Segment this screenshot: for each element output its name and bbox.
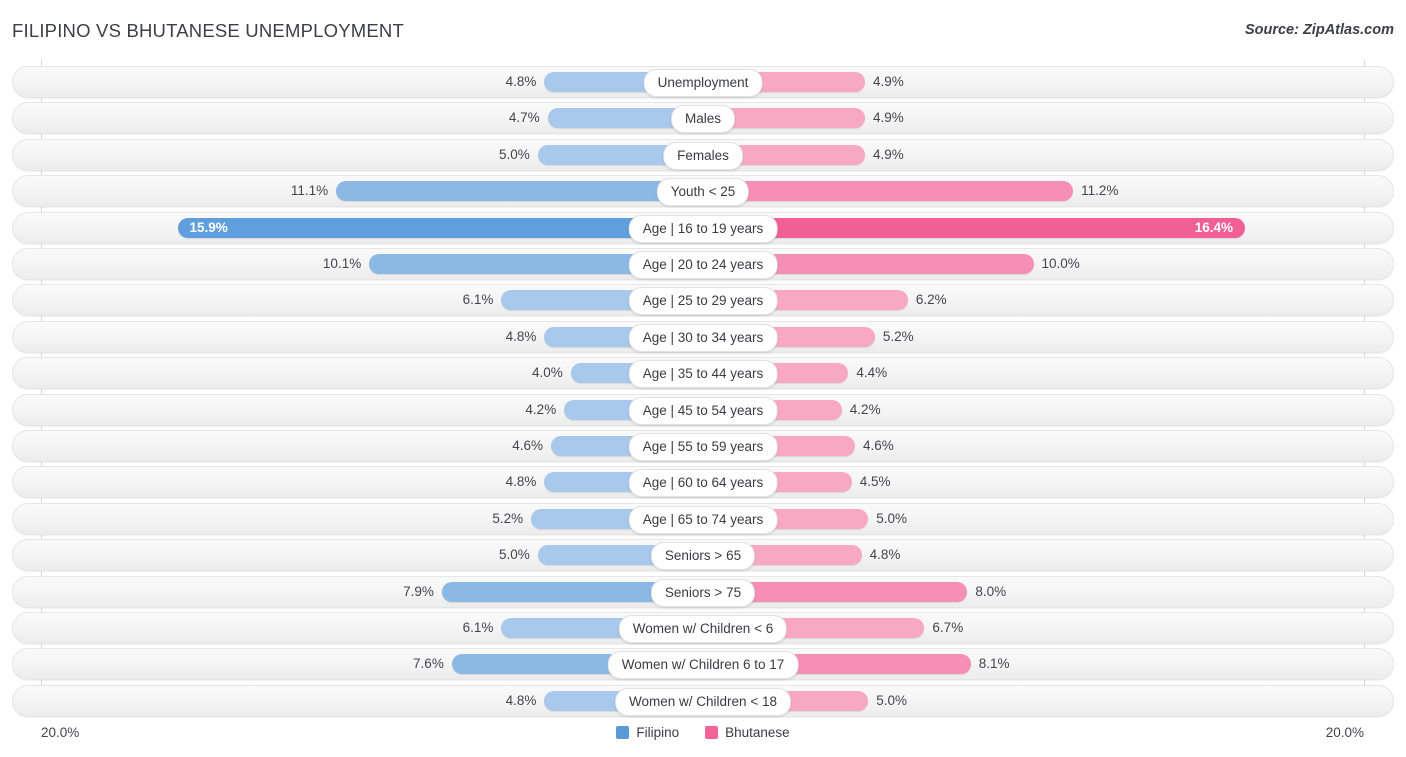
- value-label-bhutanese: 5.2%: [882, 328, 914, 344]
- value-label-bhutanese: 6.2%: [915, 292, 947, 308]
- value-label-bhutanese: 4.6%: [863, 438, 894, 453]
- value-label-filipino: 7.9%: [403, 583, 434, 599]
- value-label-bhutanese: 6.7%: [932, 620, 964, 635]
- bar-filipino[interactable]: [177, 217, 703, 238]
- chart-row[interactable]: 4.8% 5.0% Women w/ Children < 18: [12, 684, 1394, 717]
- value-label-bhutanese: 4.4%: [856, 365, 888, 381]
- bar-bhutanese[interactable]: [703, 217, 1246, 238]
- value-label-bhutanese: 11.2%: [1081, 183, 1119, 199]
- bar-bhutanese[interactable]: [703, 181, 1074, 202]
- category-label[interactable]: Age | 55 to 59 years: [628, 433, 778, 461]
- chart-row[interactable]: 5.0% 4.8% Seniors > 65: [12, 539, 1394, 572]
- legend-swatch-icon: [616, 726, 630, 739]
- value-label-filipino: 4.0%: [532, 365, 563, 381]
- value-label-filipino: 10.1%: [322, 256, 362, 271]
- value-label-filipino: 6.1%: [462, 620, 494, 635]
- value-label-filipino: 4.8%: [505, 328, 537, 344]
- source-attribution: Source: ZipAtlas.com: [1244, 22, 1394, 38]
- category-label[interactable]: Age | 45 to 54 years: [628, 396, 778, 425]
- chart-row[interactable]: 4.8% 4.5% Age | 60 to 64 years: [12, 466, 1394, 499]
- category-label[interactable]: Seniors > 65: [650, 542, 756, 571]
- chart-legend: Filipino Bhutanese: [12, 725, 1394, 740]
- chart-row[interactable]: 10.1% 10.0% Age | 20 to 24 years: [12, 248, 1394, 280]
- category-label[interactable]: Age | 20 to 24 years: [628, 251, 778, 279]
- chart-row[interactable]: 6.1% 6.7% Women w/ Children < 6: [12, 612, 1394, 644]
- category-label[interactable]: Age | 25 to 29 years: [628, 287, 778, 316]
- value-label-filipino: 5.0%: [498, 547, 530, 563]
- value-label-bhutanese: 4.9%: [872, 74, 904, 89]
- category-label[interactable]: Women w/ Children < 6: [618, 615, 788, 643]
- value-label-bhutanese: 8.1%: [978, 656, 1010, 672]
- chart-row[interactable]: 5.2% 5.0% Age | 65 to 74 years: [12, 502, 1394, 535]
- legend-label: Filipino: [636, 725, 680, 740]
- chart-row[interactable]: 4.8% 4.9% Unemployment: [12, 66, 1394, 98]
- value-label-bhutanese: 4.9%: [872, 146, 904, 162]
- chart-row[interactable]: 5.0% 4.9% Females: [12, 138, 1394, 171]
- value-label-bhutanese: 10.0%: [1041, 256, 1080, 271]
- category-label[interactable]: Age | 16 to 19 years: [628, 214, 778, 243]
- category-label[interactable]: Seniors > 75: [650, 578, 756, 607]
- value-label-bhutanese: 4.9%: [872, 110, 904, 126]
- value-label-bhutanese: 4.2%: [849, 401, 881, 417]
- value-label-filipino: 4.2%: [525, 401, 557, 417]
- value-label-filipino: 4.8%: [505, 474, 537, 490]
- category-label[interactable]: Age | 30 to 34 years: [628, 323, 778, 352]
- chart-row[interactable]: 4.7% 4.9% Males: [12, 102, 1394, 135]
- value-label-filipino: 5.0%: [498, 146, 530, 162]
- category-label[interactable]: Women w/ Children 6 to 17: [607, 651, 799, 680]
- category-label[interactable]: Males: [670, 105, 736, 134]
- legend-item[interactable]: Bhutanese: [705, 725, 790, 740]
- value-label-filipino: 4.7%: [508, 110, 540, 126]
- value-label-filipino: 11.1%: [290, 183, 329, 199]
- legend-label: Bhutanese: [725, 725, 790, 740]
- category-label[interactable]: Unemployment: [643, 69, 763, 97]
- page-title: FILIPINO VS BHUTANESE UNEMPLOYMENT: [12, 20, 404, 41]
- value-label-bhutanese: 5.0%: [876, 692, 908, 708]
- value-label-bhutanese: 16.4%: [1194, 219, 1234, 235]
- category-label[interactable]: Age | 35 to 44 years: [628, 360, 778, 389]
- chart-row[interactable]: 11.1% 11.2% Youth < 25: [12, 175, 1394, 208]
- bar-filipino[interactable]: [336, 181, 703, 202]
- value-label-filipino: 5.2%: [492, 510, 524, 526]
- value-label-bhutanese: 5.0%: [876, 510, 908, 526]
- chart-row[interactable]: 4.0% 4.4% Age | 35 to 44 years: [12, 357, 1394, 390]
- chart-row[interactable]: 4.8% 5.2% Age | 30 to 34 years: [12, 320, 1394, 353]
- value-label-filipino: 4.8%: [505, 74, 537, 89]
- chart-row[interactable]: 7.6% 8.1% Women w/ Children 6 to 17: [12, 648, 1394, 681]
- category-label[interactable]: Females: [663, 141, 743, 170]
- value-label-filipino: 15.9%: [189, 219, 228, 235]
- value-label-filipino: 4.6%: [512, 438, 543, 453]
- category-label[interactable]: Age | 60 to 64 years: [628, 469, 778, 498]
- value-label-bhutanese: 4.8%: [869, 547, 901, 563]
- category-label[interactable]: Age | 65 to 74 years: [628, 505, 778, 534]
- chart-row[interactable]: 4.2% 4.2% Age | 45 to 54 years: [12, 393, 1394, 426]
- chart-footer: 20.0% 20.0% Filipino Bhutanese: [12, 716, 1394, 757]
- category-label[interactable]: Youth < 25: [656, 178, 750, 207]
- value-label-bhutanese: 4.5%: [859, 474, 891, 490]
- legend-swatch-icon: [705, 726, 719, 739]
- legend-item[interactable]: Filipino: [616, 725, 679, 740]
- chart-row[interactable]: 4.6% 4.6% Age | 55 to 59 years: [12, 430, 1394, 462]
- category-label[interactable]: Women w/ Children < 18: [615, 687, 791, 716]
- value-label-filipino: 4.8%: [505, 692, 537, 708]
- chart-row[interactable]: 6.1% 6.2% Age | 25 to 29 years: [12, 284, 1394, 317]
- chart-row[interactable]: 7.9% 8.0% Seniors > 75: [12, 575, 1394, 608]
- value-label-filipino: 6.1%: [462, 292, 494, 308]
- chart-row[interactable]: 15.9% 16.4% Age | 16 to 19 years: [12, 211, 1394, 244]
- diverging-bar-chart: 4.8% 4.9% Unemployment 4.7% 4.9% Males 5.0% 4.9…: [12, 60, 1394, 717]
- value-label-bhutanese: 8.0%: [975, 583, 1007, 599]
- value-label-filipino: 7.6%: [413, 656, 444, 672]
- chart-header: FILIPINO VS BHUTANESE UNEMPLOYMENT Sourc…: [0, 0, 1406, 60]
